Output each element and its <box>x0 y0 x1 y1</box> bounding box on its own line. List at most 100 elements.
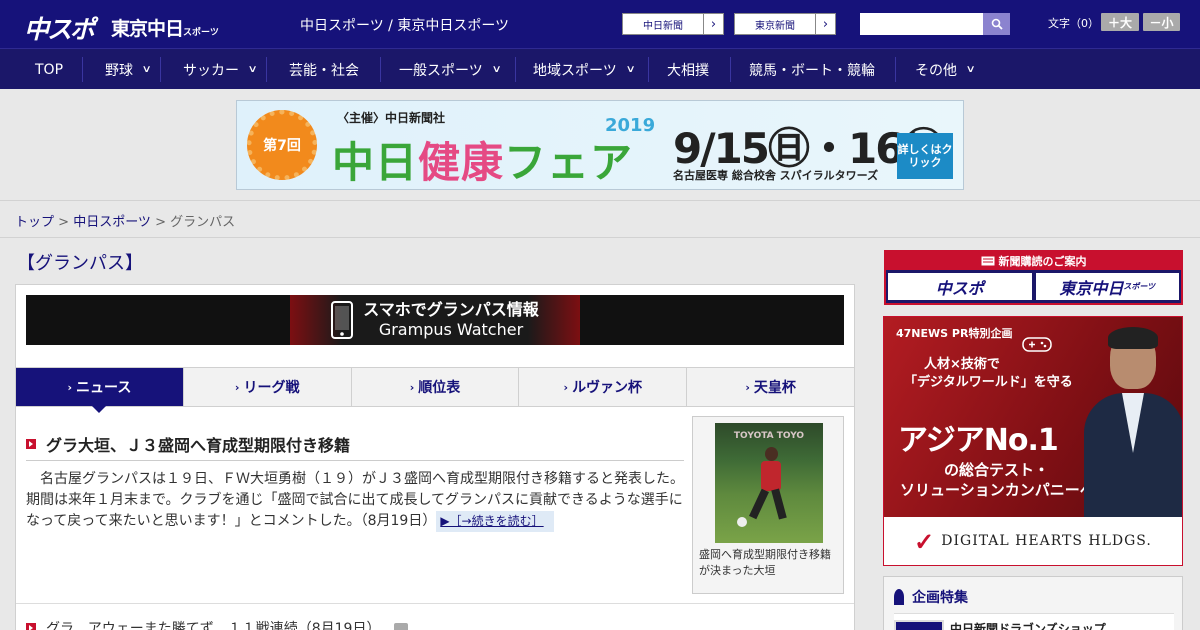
ad-title-green: 中日 <box>332 138 419 187</box>
ad-person-photo <box>1084 327 1182 517</box>
nav-divider <box>515 57 516 82</box>
feature-thumbnail <box>894 620 944 630</box>
search-icon <box>991 18 1003 30</box>
tab-news[interactable]: › ニュース <box>16 368 183 413</box>
nav-item-soccer[interactable]: サッカー ∨ <box>183 49 258 90</box>
grampus-watcher-text: スマホでグランパス情報 Grampus Watcher <box>363 300 539 340</box>
caret-right-icon: › <box>234 380 240 394</box>
tokyo-shimbun-link[interactable]: 東京新聞 › <box>734 13 836 35</box>
nav-item-racing[interactable]: 競馬・ボート・競輪 <box>749 49 875 90</box>
player-body <box>761 461 781 491</box>
chevron-down-icon: ∨ <box>491 64 502 75</box>
breadcrumb-chunichi-sports[interactable]: 中日スポーツ <box>73 215 151 230</box>
main-nav: TOP 野球 ∨ サッカー ∨ 芸能・社会 一般スポーツ ∨ 地域スポーツ ∨ 大相撲 … <box>0 48 1200 89</box>
ad-title: 中日健康フェア <box>332 129 634 189</box>
nav-item-local-sports[interactable]: 地域スポーツ ∨ <box>533 49 636 90</box>
nav-item-top[interactable]: TOP <box>35 49 63 90</box>
nav-item-baseball[interactable]: 野球 ∨ <box>105 49 152 90</box>
nav-item-entertainment[interactable]: 芸能・社会 <box>289 49 359 90</box>
main-content: スマホでグランパス情報 Grampus Watcher › ニュース › リーグ戦 … <box>15 284 855 630</box>
grampus-watcher-banner[interactable]: スマホでグランパス情報 Grampus Watcher <box>26 295 844 345</box>
nav-divider <box>380 57 381 82</box>
tokyo-shimbun-label: 東京新聞 <box>755 20 795 32</box>
breadcrumb-top[interactable]: トップ <box>15 215 54 230</box>
subscribe-chuspo[interactable]: 中スポ <box>888 273 1032 300</box>
article-body-text: 名古屋グランパスは１９日、ＦＷ大垣勇樹（１９）がＪ３盛岡へ育成型期限付き移籍する… <box>26 471 684 529</box>
tokyo-logo-small: スポーツ <box>183 28 219 38</box>
player-head <box>765 447 778 461</box>
tab-emperors-cup[interactable]: › 天皇杯 <box>686 368 854 406</box>
ad-host-text: 〈主催〉中日新聞社 <box>337 111 446 125</box>
ad-title-rest: フェア <box>504 138 634 187</box>
list-item[interactable]: グラ、アウェーまた勝てず…１１戦連続（8月19日） <box>16 603 854 630</box>
subscription-head-text: 新聞購読のご案内 <box>998 255 1087 268</box>
photo-caption: 盛岡へ育成型期限付き移籍が決まった大垣 <box>699 548 831 577</box>
nav-label: 野球 <box>105 62 133 79</box>
breadcrumb-sep: > <box>54 215 74 230</box>
tab-standings[interactable]: › 順位表 <box>350 368 519 406</box>
ad-line1: 人材×技術で <box>924 357 1000 372</box>
site-title: 中日スポーツ / 東京中日スポーツ <box>300 18 510 34</box>
ad-tag: 47NEWS PR特別企画 <box>896 327 1013 340</box>
player-leg <box>771 488 787 520</box>
nav-divider <box>160 57 161 82</box>
section-tabs: › ニュース › リーグ戦 › 順位表 › ルヴァン杯 › 天皇杯 <box>16 367 854 413</box>
tab-label: ニュース <box>76 380 132 396</box>
edition-badge: 第7回 <box>247 110 317 180</box>
digital-hearts-ad[interactable]: 47NEWS PR特別企画 人材×技術で 「デジタルワールド」を守る アジアNo… <box>883 316 1183 566</box>
article-headline[interactable]: グラ大垣、Ｊ３盛岡へ育成型期限付き移籍 <box>26 427 684 461</box>
ribbon-icon <box>894 589 904 605</box>
grampus-watcher-inner: スマホでグランパス情報 Grampus Watcher <box>290 295 580 345</box>
feature-heading: 企画特集 <box>894 587 968 607</box>
tab-label: リーグ戦 <box>243 380 300 396</box>
smartphone-icon <box>331 301 354 339</box>
health-fair-ad-banner[interactable]: 第7回 〈主催〉中日新聞社 中日健康フェア 2019 9/15㊐・16㊗ 名古屋… <box>236 100 964 190</box>
chuspo-logo[interactable]: 中スポ <box>24 10 95 46</box>
font-larger-button[interactable]: ＋大 <box>1101 13 1139 31</box>
ad-asia-no1: アジアNo.1 <box>898 423 1059 458</box>
nav-divider <box>730 57 731 82</box>
search-input[interactable] <box>860 13 983 35</box>
ad-detail-button[interactable]: 詳しくはクリック <box>897 133 953 179</box>
article-photo-box[interactable]: TOYOTA TOYO 盛岡へ育成型期限付き移籍が決まった大垣 <box>692 416 844 594</box>
caret-right-icon: › <box>563 380 569 394</box>
caret-right-icon: › <box>409 380 415 394</box>
tokyo-chunichi-logo[interactable]: 東京中日スポーツ <box>111 14 219 41</box>
tab-league[interactable]: › リーグ戦 <box>182 368 351 406</box>
nav-label: 芸能・社会 <box>289 62 359 79</box>
read-more-link[interactable]: ▶［→続きを読む］ <box>436 511 554 532</box>
ad-venue: 名古屋医専 総合校舎 スパイラルタワーズ <box>673 169 879 182</box>
ad-title-pink: 健康 <box>418 138 505 187</box>
nav-divider <box>82 57 83 82</box>
chunichi-shimbun-link[interactable]: 中日新聞 › <box>622 13 724 35</box>
font-smaller-button[interactable]: －小 <box>1143 13 1180 31</box>
bullet-icon <box>26 623 36 630</box>
nav-label: その他 <box>915 62 957 79</box>
checkmark-logo-icon: ✓ <box>914 526 936 556</box>
nav-item-sumo[interactable]: 大相撲 <box>667 49 709 90</box>
nav-label: TOP <box>35 61 64 78</box>
chevron-right-icon: › <box>703 14 723 34</box>
nav-item-general-sports[interactable]: 一般スポーツ ∨ <box>399 49 502 90</box>
ad-company: ✓ DIGITAL HEARTS HLDGS. <box>884 517 1182 565</box>
soccer-ball <box>737 517 747 527</box>
tab-levain-cup[interactable]: › ルヴァン杯 <box>518 368 686 406</box>
subscription-logos: 中スポ 東京中日 スポーツ <box>886 270 1181 303</box>
feature-item-text: 中日新聞ドラゴンズショップ <box>950 622 1106 630</box>
subscription-head: 新聞購読のご案内 <box>886 252 1181 270</box>
search-button[interactable] <box>983 13 1010 35</box>
subscribe-tokyo-small: スポーツ <box>1123 282 1156 291</box>
subscribe-tokyo-text: 東京中日 <box>1059 278 1124 298</box>
nav-item-other[interactable]: その他 ∨ <box>915 49 976 90</box>
ad-line4: ソリューションカンパニーへ <box>900 481 1095 499</box>
article-body: 名古屋グランパスは１９日、ＦＷ大垣勇樹（１９）がＪ３盛岡へ育成型期限付き移籍する… <box>26 469 686 532</box>
feature-item[interactable]: 中日新聞ドラゴンズショップ <box>894 613 1174 630</box>
nav-label: 大相撲 <box>667 62 709 79</box>
chevron-down-icon: ∨ <box>965 64 976 75</box>
subscription-box[interactable]: 新聞購読のご案内 中スポ 東京中日 スポーツ <box>884 250 1183 305</box>
subscribe-tokyo-chunichi[interactable]: 東京中日 スポーツ <box>1035 273 1179 300</box>
nav-divider <box>266 57 267 82</box>
nav-label: 地域スポーツ <box>533 62 617 79</box>
nav-label: サッカー <box>183 62 239 79</box>
article-photo: TOYOTA TOYO <box>715 423 823 543</box>
